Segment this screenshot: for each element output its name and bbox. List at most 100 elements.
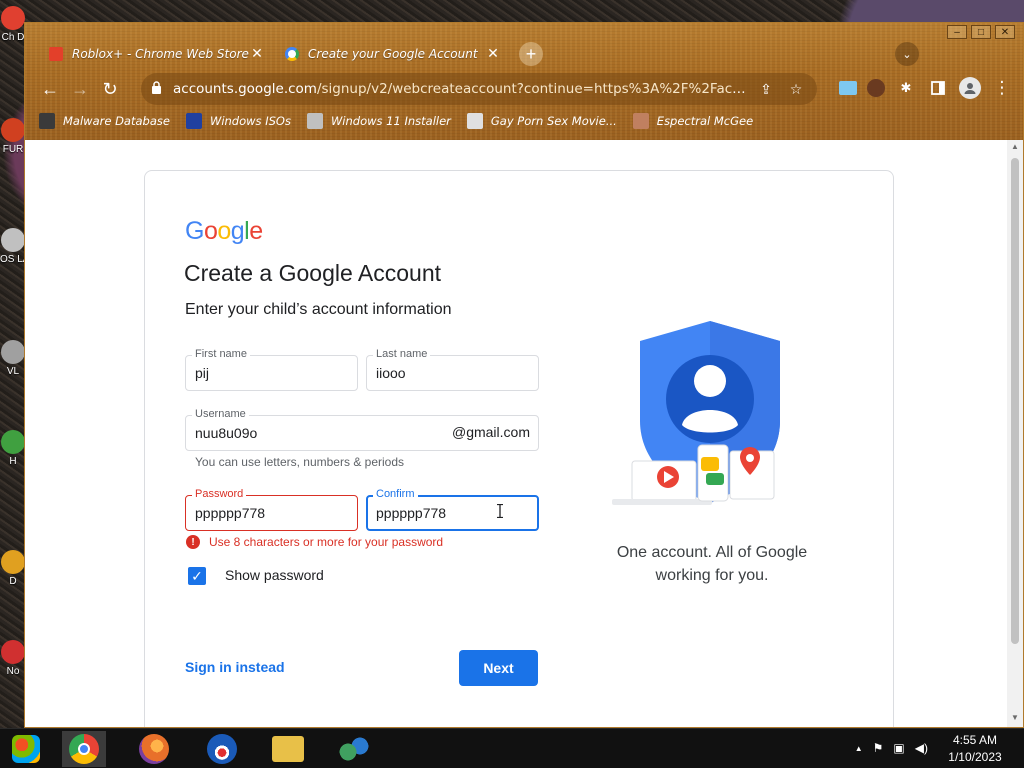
share-icon[interactable]: ⇪ [755, 81, 777, 98]
forward-button[interactable]: → [65, 74, 95, 104]
password-value: pppppp778 [195, 505, 266, 521]
page-title: Create a Google Account [184, 260, 441, 286]
bookmark-espectral-mcgee[interactable]: Espectral McGee [632, 113, 753, 129]
minimize-button[interactable]: – [947, 25, 967, 39]
bookmark-icon [185, 113, 202, 129]
first-name-value: pij [195, 365, 210, 381]
maximize-button[interactable]: □ [971, 25, 991, 39]
page-content: Google Create a Google Account Enter you… [25, 140, 1009, 727]
app-desktop-icon [1, 118, 25, 142]
tab-create-google-account[interactable]: Create your Google Account ✕ [275, 39, 511, 69]
last-name-field[interactable]: Last name iiooo [366, 348, 539, 391]
new-tab-button[interactable]: + [519, 42, 543, 66]
text-cursor-icon [497, 504, 503, 518]
campaign-logo-icon [207, 734, 237, 764]
scroll-up-icon[interactable]: ▲ [1007, 142, 1023, 156]
signup-card: Google Create a Google Account Enter you… [144, 170, 894, 727]
account-shield-illustration [612, 321, 780, 505]
show-password-checkbox[interactable]: ✓ [188, 567, 206, 585]
side-panel-icon[interactable] [927, 77, 949, 99]
roblox-icon [49, 47, 63, 61]
password-field[interactable]: Password pppppp778 [185, 488, 358, 531]
desktop-icon[interactable]: Ch D [0, 6, 26, 43]
tab-title: Roblox+ - Chrome Web Store [72, 47, 249, 61]
gmail-suffix: @gmail.com [451, 424, 530, 440]
window-controls: – □ ✕ [947, 25, 1015, 39]
app-desktop-icon [1, 640, 25, 664]
tab-search-button[interactable]: ⌄ [895, 42, 919, 66]
chrome-taskbar-icon[interactable] [62, 731, 106, 767]
illustration-caption: One account. All of Google working for y… [616, 544, 808, 584]
reload-button[interactable]: ↻ [95, 74, 125, 104]
bookmark-icon [632, 113, 649, 129]
bookmark-windows-isos[interactable]: Windows ISOs [185, 113, 291, 129]
clock[interactable]: 4:55 AM 1/10/2023 [940, 732, 1010, 766]
username-label: Username [192, 408, 249, 420]
clock-date: 1/10/2023 [948, 750, 1002, 764]
confirm-password-field[interactable]: Confirm pppppp778 [366, 488, 539, 531]
app-desktop-icon [1, 340, 25, 364]
system-tray: ▲ ⚑ ▣ ◀) [855, 741, 928, 755]
url-text: accounts.google.com/signup/v2/webcreatea… [173, 81, 747, 97]
next-button[interactable]: Next [459, 650, 538, 686]
password-error: ! Use 8 characters or more for your pass… [186, 535, 443, 549]
error-icon: ! [186, 535, 200, 549]
bookmark-gay-porn-sex-movie[interactable]: Gay Porn Sex Movie... [466, 113, 617, 129]
back-button[interactable]: ← [35, 74, 65, 104]
network-app-taskbar-icon[interactable] [332, 731, 376, 767]
file-explorer-taskbar-icon[interactable] [266, 731, 310, 767]
google-logo: Google [185, 217, 263, 245]
username-field[interactable]: Username nuu8u09o @gmail.com [185, 408, 539, 451]
page-scrollbar[interactable]: ▲ ▼ [1007, 140, 1023, 727]
app-desktop-icon [1, 550, 25, 574]
page-subtitle: Enter your child’s account information [185, 301, 452, 318]
google-icon [285, 47, 299, 61]
first-name-field[interactable]: First name pij [185, 348, 358, 391]
scroll-thumb[interactable] [1011, 158, 1019, 644]
start-button[interactable] [4, 731, 48, 767]
desktop-icon[interactable]: FUR [0, 118, 26, 155]
flag-extension-icon[interactable] [839, 81, 857, 95]
show-password-label[interactable]: Show password [225, 567, 324, 583]
action-center-flag-icon[interactable]: ⚑ [873, 741, 884, 755]
browser-frame: – □ ✕ Roblox+ - Chrome Web Store ✕ Creat… [25, 23, 1023, 140]
network-icon[interactable]: ▣ [893, 741, 904, 755]
show-hidden-icons-icon[interactable]: ▲ [855, 744, 863, 755]
desktop-icon[interactable]: D [0, 550, 26, 587]
windows-start-icon [12, 735, 40, 763]
taskbar: ▲ ⚑ ▣ ◀) 4:55 AM 1/10/2023 [0, 728, 1024, 768]
bookmark-icon [306, 113, 323, 129]
close-tab-icon[interactable]: ✕ [485, 46, 501, 62]
bookmark-star-icon[interactable]: ☆ [785, 81, 807, 98]
menu-icon[interactable]: ⋮ [991, 77, 1013, 99]
firefox-taskbar-icon[interactable] [132, 731, 176, 767]
desktop-icon[interactable]: VL [0, 340, 26, 377]
bookmark-icon [466, 113, 483, 129]
desktop-icon[interactable]: No [0, 640, 26, 677]
tab-roblox-plus[interactable]: Roblox+ - Chrome Web Store ✕ [39, 39, 275, 69]
username-value: nuu8u09o [195, 425, 258, 441]
scroll-down-icon[interactable]: ▼ [1007, 713, 1023, 727]
address-bar[interactable]: accounts.google.com/signup/v2/webcreatea… [141, 73, 817, 105]
bookmark-windows-11-installer[interactable]: Windows 11 Installer [306, 113, 451, 129]
lock-icon[interactable] [151, 81, 163, 97]
toolbar: ← → ↻ accounts.google.com/signup/v2/webc… [25, 73, 1023, 105]
desktop-icon[interactable]: OS LA [0, 228, 26, 265]
desktop-icon[interactable]: H [0, 430, 26, 467]
puzzle-icon[interactable]: ✱ [895, 77, 917, 99]
volume-icon[interactable]: ◀) [915, 741, 928, 755]
chrome-icon [69, 734, 99, 764]
bookmark-malware-database[interactable]: Malware Database [39, 113, 170, 129]
close-window-button[interactable]: ✕ [995, 25, 1015, 39]
profile-icon[interactable] [959, 77, 981, 99]
last-name-value: iiooo [376, 365, 406, 381]
bookmark-icon [39, 113, 55, 129]
tab-title: Create your Google Account [308, 47, 478, 61]
close-tab-icon[interactable]: ✕ [249, 46, 265, 62]
sign-in-instead-link[interactable]: Sign in instead [185, 659, 285, 675]
chrome-desktop-icon [1, 6, 25, 30]
obama-taskbar-icon[interactable] [200, 731, 244, 767]
avatar-extension-icon[interactable] [867, 79, 885, 97]
last-name-label: Last name [373, 348, 431, 360]
confirm-label: Confirm [373, 488, 418, 500]
